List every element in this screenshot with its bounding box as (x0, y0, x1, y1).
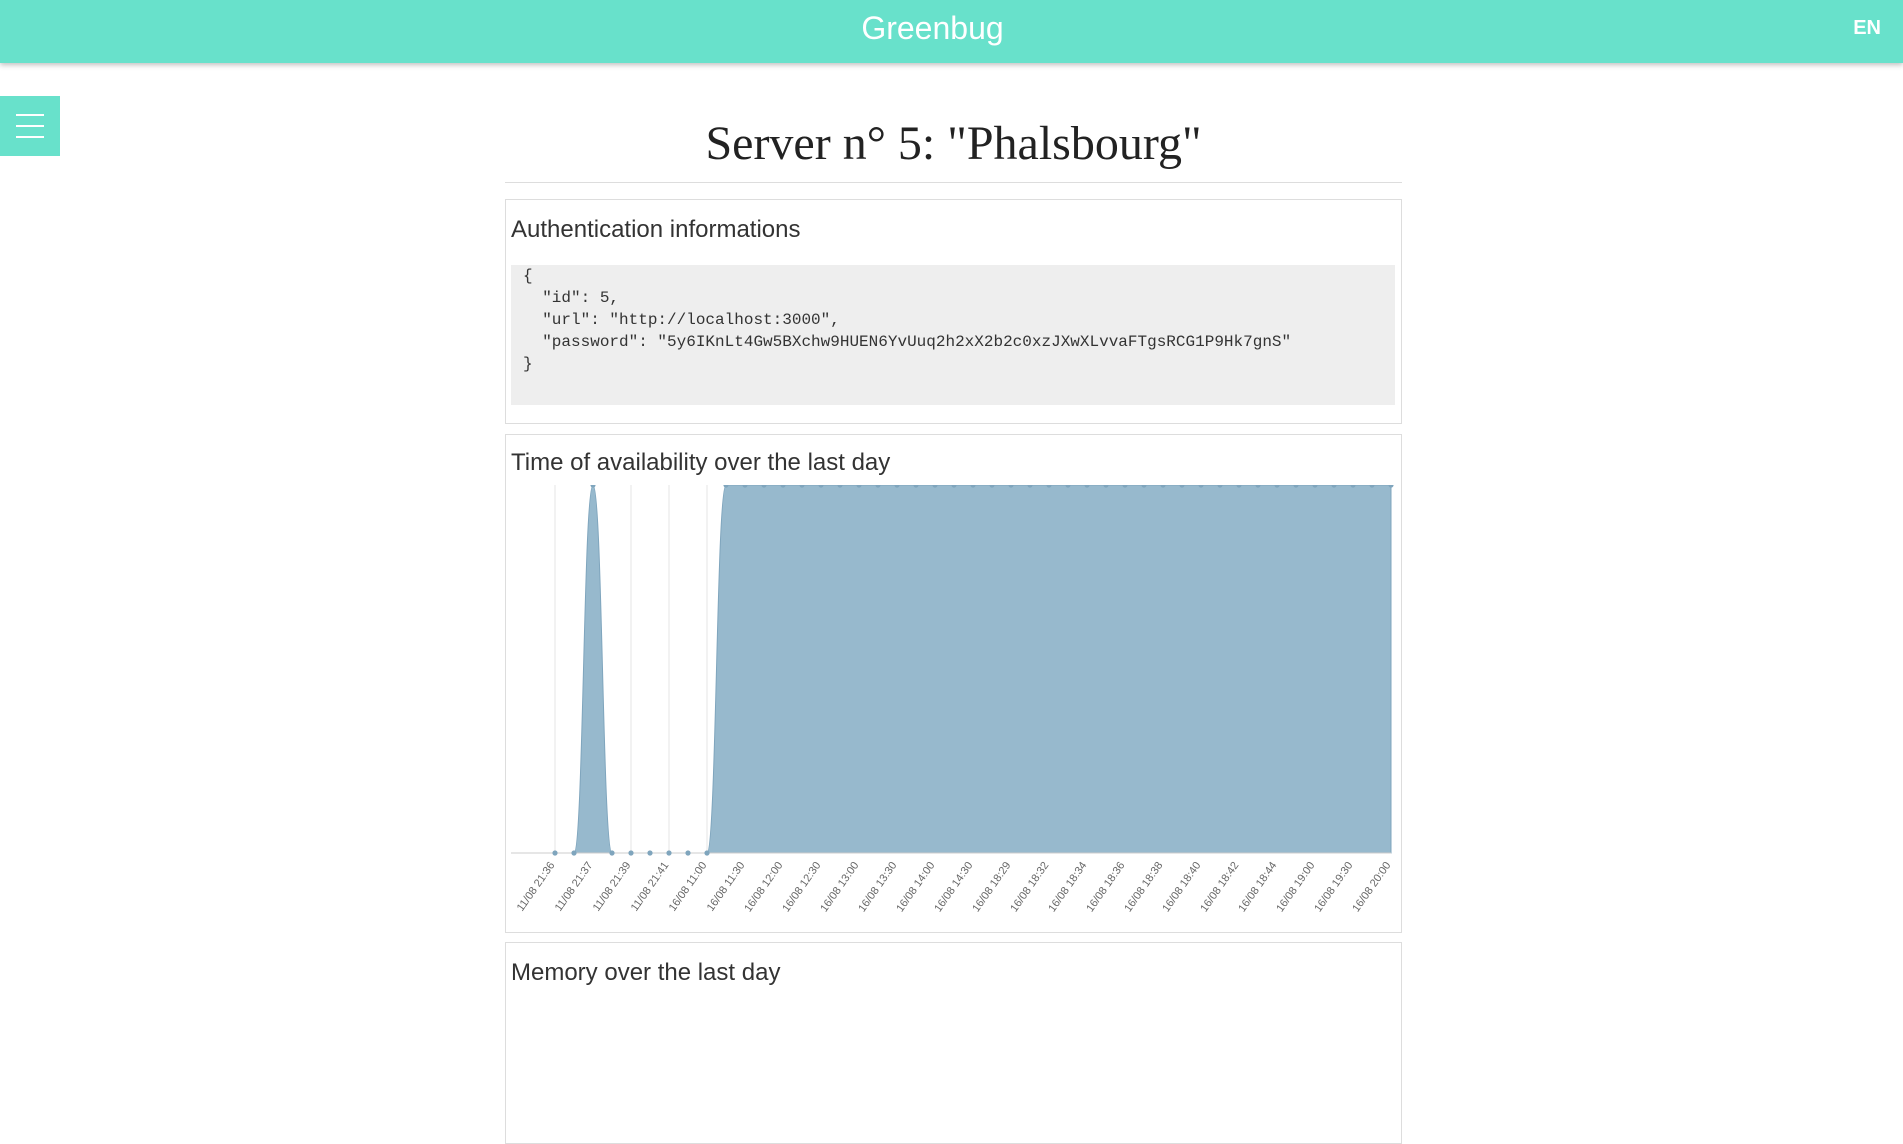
x-tick-label: 16/08 18:29 (970, 860, 1013, 914)
x-tick-label: 16/08 12:00 (742, 860, 785, 914)
availability-panel: Time of availability over the last day 1… (505, 434, 1402, 933)
top-navbar: Greenbug EN (0, 0, 1903, 63)
data-point (628, 850, 634, 856)
hamburger-line (16, 114, 44, 116)
memory-heading: Memory over the last day (511, 959, 781, 986)
x-tick-label: 11/08 21:39 (591, 860, 634, 914)
hamburger-line (16, 125, 44, 127)
data-point (609, 850, 615, 856)
data-point (666, 850, 672, 856)
auth-panel: Authentication informations { "id": 5, "… (505, 199, 1402, 424)
x-tick-label: 16/08 13:30 (856, 860, 899, 914)
hamburger-icon[interactable] (0, 96, 60, 156)
x-tick-label: 16/08 18:32 (1008, 860, 1051, 914)
availability-chart: 11/08 21:3611/08 21:3711/08 21:3911/08 2… (511, 485, 1394, 914)
app-title[interactable]: Greenbug (0, 0, 1865, 56)
x-tick-label: 16/08 14:00 (894, 860, 937, 914)
auth-heading: Authentication informations (511, 216, 801, 243)
availability-area (555, 485, 1392, 854)
availability-heading: Time of availability over the last day (511, 449, 891, 476)
x-tick-label: 16/08 18:42 (1198, 860, 1241, 914)
x-tick-label: 16/08 13:00 (818, 860, 861, 914)
auth-json-block: { "id": 5, "url": "http://localhost:3000… (511, 265, 1395, 405)
data-point (647, 850, 653, 856)
x-tick-label: 16/08 12:30 (780, 860, 823, 914)
x-tick-label: 11/08 21:41 (629, 860, 672, 914)
data-point (704, 850, 710, 856)
x-tick-label: 16/08 14:30 (932, 860, 975, 914)
data-point (571, 850, 577, 856)
x-tick-label: 16/08 11:30 (705, 860, 748, 914)
x-tick-label: 16/08 19:30 (1312, 860, 1355, 914)
page-title: Server n° 5: "Phalsbourg" (505, 110, 1402, 183)
x-tick-label: 11/08 21:37 (553, 860, 596, 914)
x-tick-label: 16/08 20:00 (1350, 860, 1393, 914)
x-tick-label: 16/08 19:00 (1274, 860, 1317, 914)
memory-panel: Memory over the last day (505, 942, 1402, 1144)
main-content: Server n° 5: "Phalsbourg" Authentication… (505, 110, 1402, 1144)
x-tick-label: 16/08 18:34 (1046, 860, 1089, 914)
x-tick-label: 16/08 18:44 (1236, 860, 1279, 914)
hamburger-line (16, 136, 44, 138)
data-point (685, 850, 691, 856)
x-tick-label: 16/08 18:38 (1122, 860, 1165, 914)
x-tick-label: 16/08 18:36 (1084, 860, 1127, 914)
language-selector[interactable]: EN (1853, 0, 1881, 56)
x-tick-label: 11/08 21:36 (515, 860, 558, 914)
data-point (590, 485, 596, 488)
x-tick-label: 16/08 18:40 (1160, 860, 1203, 914)
data-point (552, 850, 558, 856)
x-tick-label: 16/08 11:00 (667, 860, 710, 914)
